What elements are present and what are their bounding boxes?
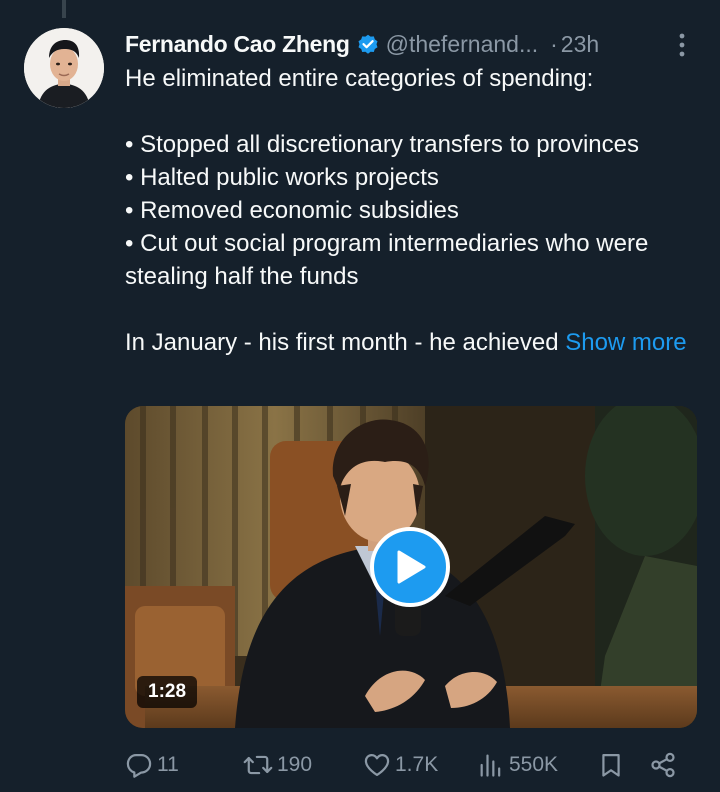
- views-button[interactable]: 550K: [477, 746, 558, 784]
- tweet-text-closing: In January - his first month - he achiev…: [125, 326, 705, 359]
- tweet-actions: 11 190 1.7K 550K: [125, 746, 685, 784]
- heart-icon: [364, 753, 390, 777]
- bullet-item: • Stopped all discretionary transfers to…: [125, 131, 639, 158]
- bookmark-icon: [602, 753, 620, 777]
- tweet-text-intro: He eliminated entire categories of spend…: [125, 65, 594, 92]
- bookmark-button[interactable]: [597, 746, 625, 784]
- like-count: 1.7K: [395, 753, 439, 776]
- separator-dot: ·: [550, 30, 558, 57]
- timestamp[interactable]: 23h: [561, 31, 599, 58]
- bullet-item: • Cut out social program intermediaries …: [125, 230, 649, 290]
- bullet-item: • Halted public works projects: [125, 164, 439, 191]
- tweet-header: Fernando Cao Zheng @thefernand... · 23h: [125, 22, 705, 66]
- tweet-text: He eliminated entire categories of spend…: [125, 62, 705, 359]
- reply-button[interactable]: 11: [125, 746, 179, 784]
- author-name[interactable]: Fernando Cao Zheng: [125, 31, 350, 58]
- more-vertical-icon[interactable]: [667, 30, 697, 60]
- reply-icon: [126, 753, 152, 778]
- repost-count: 190: [277, 753, 313, 776]
- repost-icon: [243, 755, 273, 775]
- play-icon: [397, 550, 426, 584]
- avatar-image: [24, 28, 104, 108]
- thread-connector-line: [62, 0, 66, 18]
- play-button[interactable]: [370, 527, 450, 607]
- author-handle[interactable]: @thefernand...: [386, 31, 539, 58]
- views-chart-icon: [480, 754, 501, 777]
- video-player[interactable]: 1:28: [125, 406, 697, 728]
- view-count: 550K: [509, 753, 559, 776]
- show-more-link[interactable]: Show more: [565, 329, 686, 356]
- closing-text: In January - his first month - he achiev…: [125, 329, 559, 356]
- share-icon: [651, 752, 675, 778]
- like-button[interactable]: 1.7K: [363, 746, 438, 784]
- verified-badge-icon: [356, 32, 380, 56]
- reply-count: 11: [157, 753, 179, 776]
- tweet: Fernando Cao Zheng @thefernand... · 23h …: [125, 22, 705, 359]
- repost-button[interactable]: 190: [243, 746, 312, 784]
- avatar[interactable]: [24, 28, 104, 108]
- video-duration-badge: 1:28: [137, 676, 198, 708]
- share-button[interactable]: [649, 746, 677, 784]
- bullet-item: • Removed economic subsidies: [125, 197, 459, 224]
